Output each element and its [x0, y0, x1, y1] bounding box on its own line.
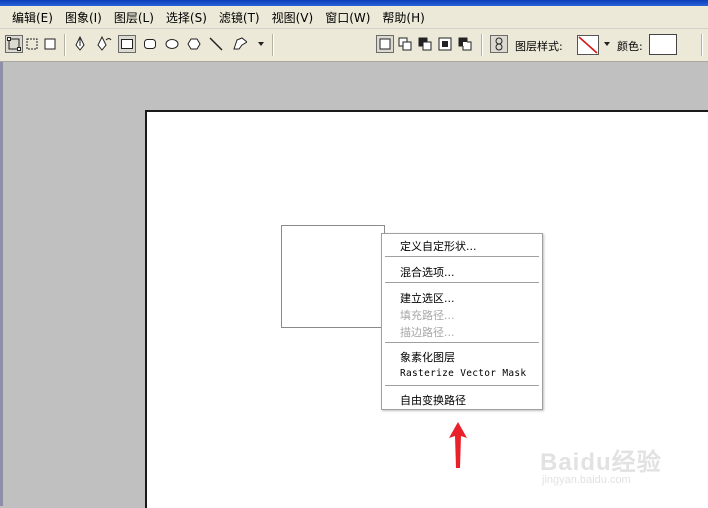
toolbar-separator [64, 34, 66, 56]
watermark-logo: Baidu经验 [540, 449, 662, 476]
add-to-area-icon[interactable] [397, 36, 413, 52]
toolbox-edge [0, 62, 3, 506]
rectangle-icon[interactable] [118, 35, 136, 53]
watermark: Baidu经验 jingyan.baidu.com [540, 430, 700, 494]
menu-separator [385, 256, 539, 257]
menu-filter[interactable]: 滤镜(T) [213, 9, 266, 26]
toolbar-separator [701, 34, 703, 56]
menu-select[interactable]: 选择(S) [160, 9, 213, 26]
watermark-url: jingyan.baidu.com [542, 474, 631, 486]
paths-icon[interactable] [24, 36, 40, 52]
intersect-area-icon[interactable] [437, 36, 453, 52]
link-icon[interactable] [490, 35, 508, 53]
menu-separator [385, 282, 539, 283]
menu-separator [385, 385, 539, 386]
menu-view[interactable]: 视图(V) [266, 9, 320, 26]
menu-separator [385, 342, 539, 343]
menu-layer[interactable]: 图层(L) [108, 9, 160, 26]
ellipse-icon[interactable] [164, 36, 180, 52]
menu-image[interactable]: 图象(I) [59, 9, 108, 26]
menu-window[interactable]: 窗口(W) [319, 9, 376, 26]
menu-item-rasterize-layer[interactable]: 象素化图层 [400, 349, 455, 365]
menu-item-stroke-path: 描边路径... [400, 326, 455, 339]
toolbar-separator [481, 34, 483, 56]
menu-help[interactable]: 帮助(H) [376, 9, 430, 26]
line-icon[interactable] [208, 36, 224, 52]
menu-bar: 编辑(E) 图象(I) 图层(L) 选择(S) 滤镜(T) 视图(V) 窗口(W… [0, 6, 708, 29]
fill-pixels-icon[interactable] [42, 36, 58, 52]
menu-item-rasterize-vector-mask[interactable]: Rasterize Vector Mask [400, 368, 526, 379]
color-swatch[interactable] [649, 34, 677, 55]
chevron-down-icon[interactable] [599, 36, 615, 52]
shape-layers-icon[interactable] [5, 35, 23, 53]
menu-item-make-selection[interactable]: 建立选区... [400, 290, 455, 306]
pen-icon[interactable] [72, 36, 88, 52]
menu-item-blending-options[interactable]: 混合选项... [400, 264, 455, 280]
subtract-area-icon[interactable] [417, 36, 433, 52]
annotation-arrow-icon [449, 422, 467, 468]
custom-shape-icon[interactable] [231, 36, 247, 52]
menu-item-define-custom-shape[interactable]: 定义自定形状... [400, 238, 477, 254]
no-style-icon[interactable] [577, 35, 599, 55]
rectangle-shape[interactable] [281, 225, 385, 328]
polygon-icon[interactable] [186, 36, 202, 52]
exclude-area-icon[interactable] [457, 36, 473, 52]
menu-edit[interactable]: 编辑(E) [0, 9, 59, 26]
freeform-pen-icon[interactable] [96, 36, 112, 52]
rounded-rectangle-icon[interactable] [142, 36, 158, 52]
create-new-layer-icon[interactable] [376, 35, 394, 53]
menu-item-free-transform-path[interactable]: 自由变换路径 [400, 392, 466, 408]
chevron-down-icon[interactable] [253, 36, 269, 52]
toolbar-separator [272, 34, 274, 56]
context-menu: 定义自定形状... 混合选项... 建立选区... 填充路径... 描边路径..… [381, 233, 543, 410]
menu-item-fill-path: 填充路径... [400, 309, 455, 322]
layer-style-label: 图层样式: [515, 40, 563, 53]
color-label: 颜色: [617, 40, 643, 53]
tool-options-bar: 图层样式: 颜色: [0, 29, 708, 62]
